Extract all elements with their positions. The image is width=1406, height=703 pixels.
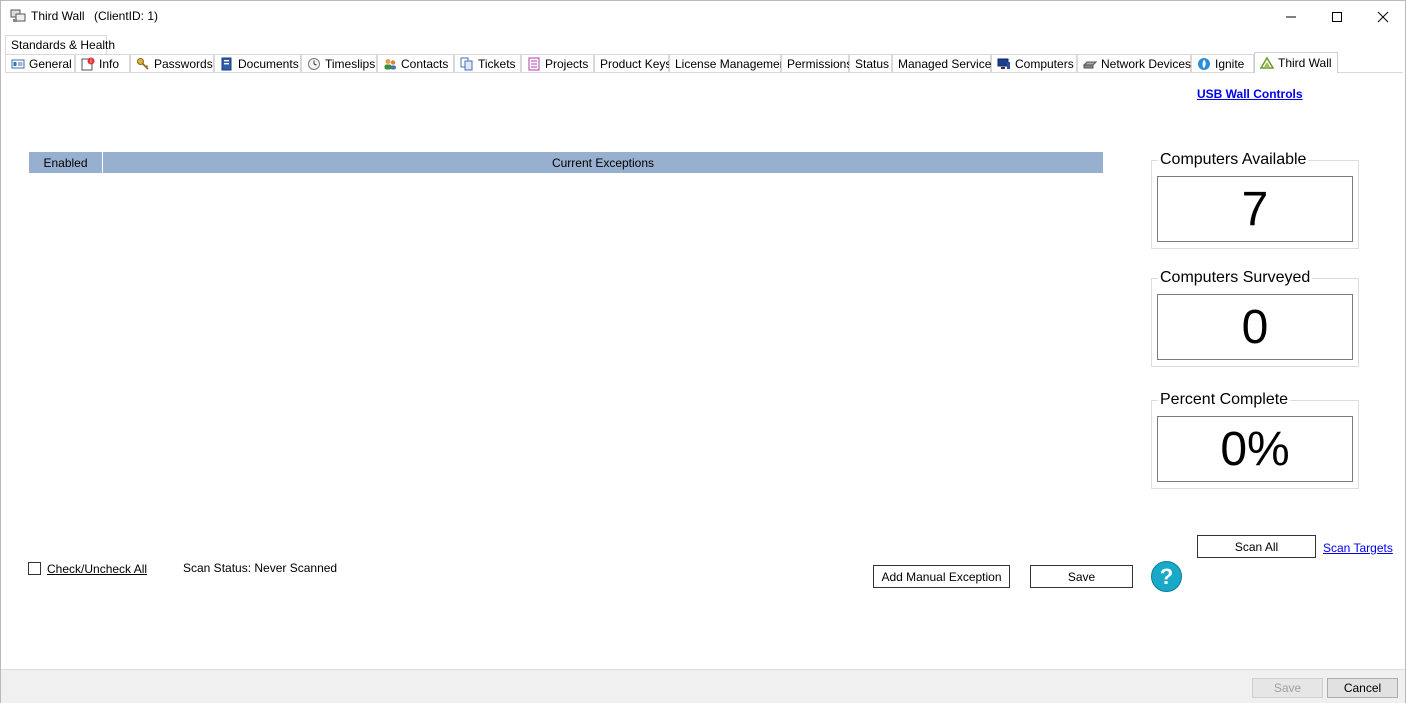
tab-timeslips[interactable]: Timeslips — [301, 54, 377, 73]
tab-label: Third Wall — [1278, 56, 1332, 70]
projects-icon — [528, 57, 540, 71]
check-uncheck-all-checkbox[interactable] — [28, 562, 41, 575]
tab-general[interactable]: General — [5, 54, 75, 73]
info-icon: i — [81, 57, 95, 71]
tab-label: Network Devices — [1101, 57, 1192, 71]
window-title: Third Wall — [31, 9, 85, 23]
tab-label: Product Keys — [600, 57, 672, 71]
tab-label: General — [29, 57, 72, 71]
tab-standards-health[interactable]: Standards & Health — [5, 35, 115, 54]
tab-network-devices[interactable]: Network Devices — [1077, 54, 1191, 73]
computers-available-value: 7 — [1157, 176, 1353, 242]
tab-ignite[interactable]: Ignite — [1191, 54, 1254, 73]
computers-available-label: Computers Available — [1158, 151, 1309, 169]
tab-passwords[interactable]: Passwords — [130, 54, 214, 73]
tab-label: Ignite — [1215, 57, 1245, 71]
window-client-id: (ClientID: 1) — [94, 9, 159, 23]
tab-label: Tickets — [478, 57, 516, 71]
save-exceptions-button[interactable]: Save — [1030, 565, 1133, 588]
column-header-enabled[interactable]: Enabled — [29, 152, 103, 173]
title-bar: Third Wall (ClientID: 1) — [1, 1, 1405, 32]
exceptions-grid-header: Enabled Current Exceptions — [29, 152, 1103, 173]
check-uncheck-all-label[interactable]: Check/Uncheck All — [47, 562, 147, 576]
tab-label: Managed Services — [898, 57, 998, 71]
tab-label: Computers — [1015, 57, 1074, 71]
app-window: Third Wall (ClientID: 1) Standards & Hea… — [0, 0, 1406, 703]
document-icon — [221, 57, 232, 71]
minimize-icon — [1286, 16, 1296, 17]
tab-tickets[interactable]: Tickets — [454, 54, 521, 73]
percent-complete-label: Percent Complete — [1158, 391, 1291, 409]
scan-targets-link[interactable]: Scan Targets — [1323, 541, 1393, 555]
percent-complete-group: Percent Complete 0% — [1151, 391, 1359, 489]
tab-status[interactable]: Status — [849, 54, 892, 73]
scan-all-button[interactable]: Scan All — [1197, 535, 1316, 558]
column-header-current-exceptions[interactable]: Current Exceptions — [103, 152, 1103, 173]
tab-permissions[interactable]: Permissions — [781, 54, 852, 73]
add-manual-exception-button[interactable]: Add Manual Exception — [873, 565, 1010, 588]
percent-complete-value: 0% — [1157, 416, 1353, 482]
network-device-icon — [1083, 61, 1097, 69]
computers-surveyed-value: 0 — [1157, 294, 1353, 360]
tab-label: Status — [855, 57, 890, 71]
computer-icon — [997, 58, 1010, 69]
minimize-button[interactable] — [1268, 1, 1314, 32]
maximize-icon — [1332, 11, 1342, 22]
help-button[interactable]: ? — [1151, 561, 1182, 592]
tab-managed-services[interactable]: Managed Services — [892, 54, 997, 73]
tab-label: Info — [99, 57, 120, 71]
tab-product-keys[interactable]: Product Keys — [594, 54, 671, 73]
id-card-icon — [11, 59, 25, 69]
tab-baseline — [5, 72, 1403, 73]
computers-surveyed-label: Computers Surveyed — [1158, 269, 1313, 287]
key-icon — [137, 58, 149, 70]
clock-icon — [308, 58, 320, 70]
close-button[interactable] — [1360, 1, 1406, 32]
tab-label: Passwords — [154, 57, 213, 71]
usb-wall-controls-link[interactable]: USB Wall Controls — [1197, 87, 1303, 101]
app-icon — [10, 9, 26, 22]
help-icon: ? — [1159, 563, 1174, 589]
scan-status-text: Scan Status: Never Scanned — [183, 561, 338, 575]
tab-license-management[interactable]: License Management — [669, 54, 790, 73]
tab-documents[interactable]: Documents — [214, 54, 301, 73]
contacts-icon — [384, 59, 396, 70]
tab-label: Contacts — [401, 57, 449, 71]
third-wall-icon — [1260, 56, 1274, 69]
footer-bar — [1, 670, 1405, 703]
tab-info[interactable]: i Info — [75, 54, 130, 73]
tab-third-wall[interactable]: Third Wall — [1254, 52, 1338, 73]
maximize-button[interactable] — [1314, 1, 1360, 32]
tab-label: Documents — [238, 57, 299, 71]
tab-computers[interactable]: Computers — [991, 54, 1077, 73]
tab-label: Projects — [545, 57, 589, 71]
computers-surveyed-group: Computers Surveyed 0 — [1151, 269, 1359, 367]
tab-label: Standards & Health — [11, 38, 116, 52]
tab-contacts[interactable]: Contacts — [377, 54, 454, 73]
footer-cancel-button[interactable]: Cancel — [1327, 678, 1398, 698]
tickets-icon — [460, 57, 473, 71]
footer-save-button[interactable]: Save — [1252, 678, 1323, 698]
tab-label: License Management — [675, 57, 790, 71]
tab-label: Permissions — [787, 57, 853, 71]
tab-row-main: General i Info Passwords Documents Times… — [5, 52, 1405, 73]
tab-label: Timeslips — [325, 57, 376, 71]
ignite-icon — [1198, 58, 1210, 70]
tab-projects[interactable]: Projects — [521, 54, 594, 73]
computers-available-group: Computers Available 7 — [1151, 151, 1359, 249]
close-icon — [1377, 11, 1389, 22]
